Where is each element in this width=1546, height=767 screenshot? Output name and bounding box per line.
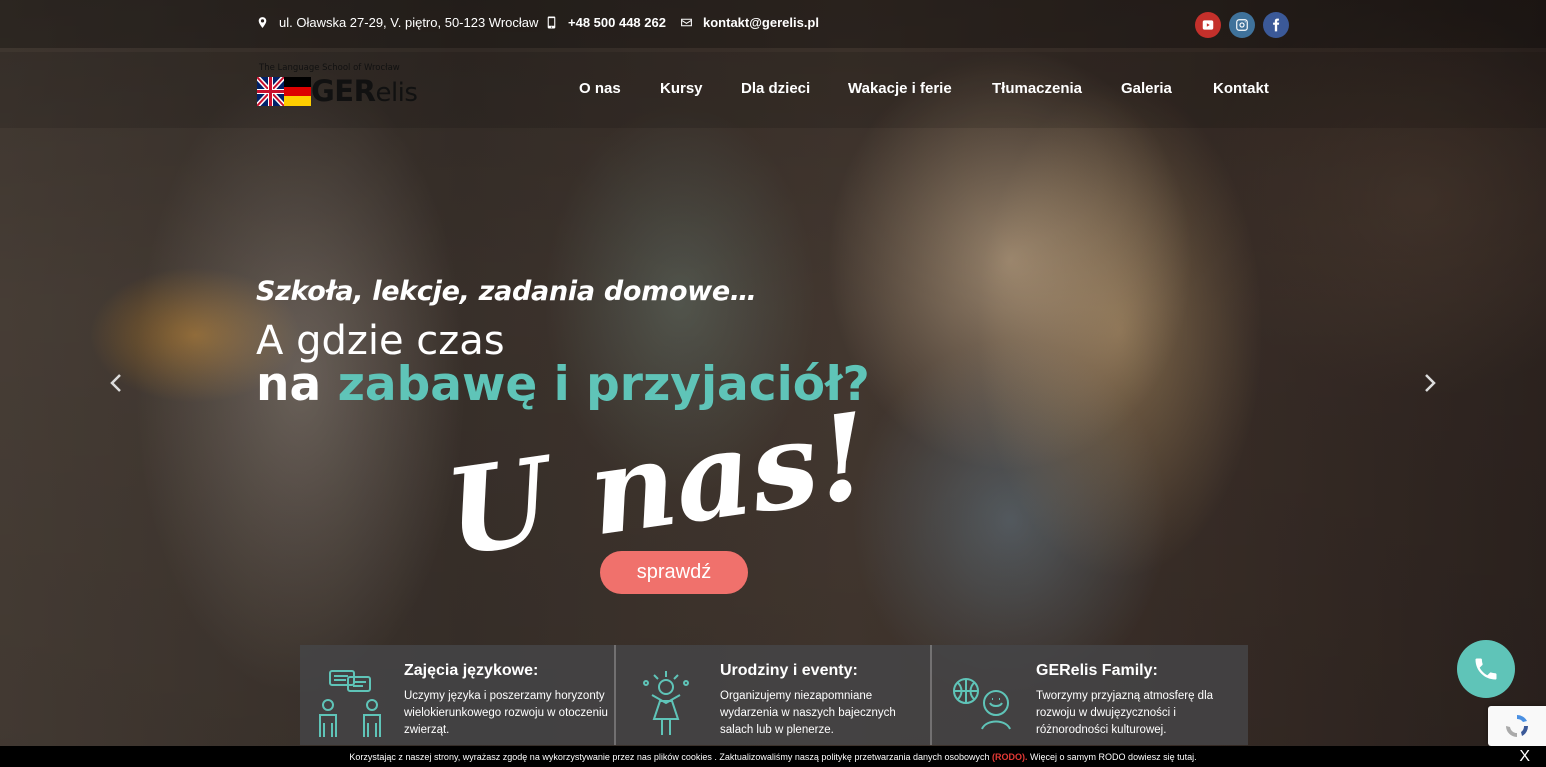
email-item[interactable]: kontakt@gerelis.pl: [680, 13, 819, 31]
address-text: ul. Oławska 27-29, V. piętro, 50-123 Wro…: [279, 14, 539, 30]
top-contact-bar: ul. Oławska 27-29, V. piętro, 50-123 Wro…: [0, 0, 1546, 48]
people-chat-icon: [314, 669, 386, 739]
family-ball-icon: [946, 669, 1018, 739]
nav-item-kontakt[interactable]: Kontakt: [1213, 80, 1269, 97]
hero-script-slogan: U nas!: [440, 388, 860, 568]
site-header: The Language School of Wrocław GERelis O…: [0, 52, 1546, 128]
instagram-link[interactable]: [1229, 12, 1255, 38]
flags-icon: [257, 77, 311, 106]
features-panel: Zajęcia językowe: Uczymy języka i poszer…: [300, 645, 1248, 745]
hero-heading-white: na: [256, 357, 322, 412]
envelope-icon: [681, 18, 692, 26]
chevron-left-icon: [110, 374, 121, 392]
rodo-link[interactable]: (RODO).: [992, 752, 1028, 762]
logo-wordmark: GERelis: [311, 74, 418, 108]
child-celebration-icon: [630, 669, 702, 739]
feature-title: Zajęcia językowe:: [404, 662, 539, 679]
nav-item-o-nas[interactable]: O nas: [579, 80, 621, 97]
mobile-phone-icon: [547, 16, 556, 28]
nav-item-galeria[interactable]: Galeria: [1121, 80, 1172, 97]
cookie-close-button[interactable]: X: [1519, 748, 1530, 766]
nav-item-tlumaczenia[interactable]: Tłumaczenia: [992, 80, 1082, 97]
logo-word-light: elis: [375, 78, 418, 108]
feature-text: Organizujemy niezapomniane wydarzenia w …: [720, 690, 896, 736]
youtube-icon: [1202, 20, 1214, 30]
feature-text: Uczymy języka i poszerzamy horyzonty wie…: [404, 690, 608, 736]
nav-item-kursy[interactable]: Kursy: [660, 80, 703, 97]
slider-prev-button[interactable]: [106, 372, 126, 394]
instagram-icon: [1236, 19, 1248, 31]
cookie-consent-bar: Korzystając z naszej strony, wyrażasz zg…: [0, 746, 1546, 767]
recaptcha-icon: [1506, 714, 1529, 737]
hero-script-text: U nas!: [440, 388, 860, 568]
logo-tagline: The Language School of Wrocław: [259, 63, 400, 73]
nav-item-dla-dzieci[interactable]: Dla dzieci: [741, 80, 810, 97]
phone-icon: [1475, 658, 1497, 680]
email-text[interactable]: kontakt@gerelis.pl: [703, 15, 819, 30]
phone-text[interactable]: +48 500 448 262: [568, 15, 666, 30]
hero-subtitle: Szkoła, lekcje, zadania domowe…: [256, 276, 757, 307]
phone-item[interactable]: +48 500 448 262: [545, 13, 666, 31]
call-button[interactable]: [1457, 640, 1515, 698]
feature-title: Urodziny i eventy:: [720, 662, 858, 679]
chevron-right-icon: [1425, 374, 1436, 392]
nav-item-wakacje-i-ferie[interactable]: Wakacje i ferie: [848, 80, 952, 97]
cookie-more-link[interactable]: Więcej o samym RODO dowiesz się tutaj.: [1030, 752, 1197, 762]
slider-next-button[interactable]: [1420, 372, 1440, 394]
feature-text: Tworzymy przyjazną atmosferę dla rozwoju…: [1036, 690, 1214, 736]
address-item: ul. Oławska 27-29, V. piętro, 50-123 Wro…: [256, 13, 538, 31]
youtube-link[interactable]: [1195, 12, 1221, 38]
recaptcha-badge[interactable]: [1488, 706, 1546, 746]
feature-title: GERelis Family:: [1036, 662, 1158, 679]
feature-gerelis-family[interactable]: GERelis Family: Tworzymy przyjazną atmos…: [932, 645, 1248, 745]
logo-word-strong: GER: [311, 74, 376, 108]
facebook-link[interactable]: [1263, 12, 1289, 38]
facebook-icon: [1273, 18, 1280, 32]
check-button[interactable]: sprawdź: [600, 551, 748, 594]
site-logo[interactable]: The Language School of Wrocław GERelis: [257, 63, 432, 109]
map-pin-icon: [258, 16, 267, 28]
feature-birthdays-events[interactable]: Urodziny i eventy: Organizujemy niezapom…: [616, 645, 932, 745]
cookie-text: Korzystając z naszej strony, wyrażasz zg…: [349, 751, 990, 762]
feature-language-classes[interactable]: Zajęcia językowe: Uczymy języka i poszer…: [300, 645, 616, 745]
